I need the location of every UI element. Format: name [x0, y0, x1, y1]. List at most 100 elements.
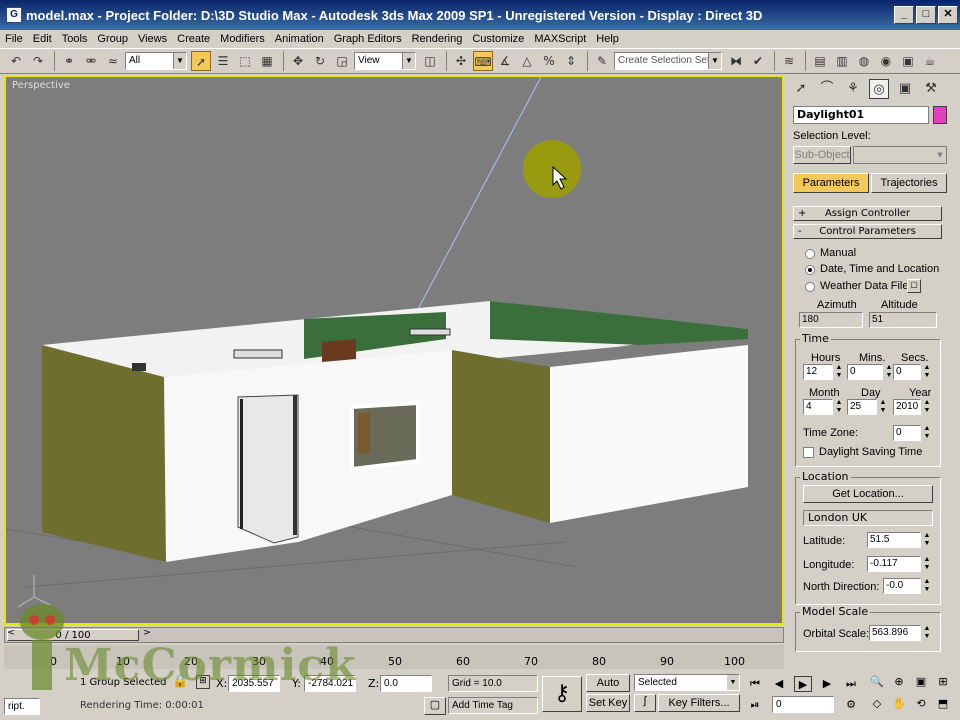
weather-data-radio[interactable]: [805, 282, 815, 292]
utilities-tab-icon[interactable]: ⚒: [921, 79, 941, 99]
daylight-saving-checkbox[interactable]: [803, 447, 814, 458]
zoom-extents-icon[interactable]: ▣: [912, 674, 930, 690]
select-manipulate-icon[interactable]: ✣: [451, 51, 471, 71]
menu-create[interactable]: Create: [172, 33, 215, 45]
align-icon[interactable]: ✔: [748, 51, 768, 71]
go-to-start-icon[interactable]: ⏮: [746, 676, 764, 692]
control-parameters-rollout[interactable]: - Control Parameters: [793, 224, 942, 239]
spinner-arrows-icon[interactable]: ▲ ▼: [922, 556, 932, 572]
assign-controller-rollout[interactable]: + Assign Controller: [793, 206, 942, 221]
set-key-icon[interactable]: ⚷: [542, 676, 582, 712]
menu-file[interactable]: File: [0, 33, 28, 45]
field-of-view-icon[interactable]: ◇: [868, 696, 886, 712]
mins-spinner[interactable]: 0 ▲ ▼: [847, 364, 892, 380]
spinner-arrows-icon[interactable]: ▲ ▼: [834, 399, 844, 415]
undo-icon[interactable]: ↶: [6, 51, 26, 71]
spinner-arrows-icon[interactable]: ▲ ▼: [922, 364, 932, 380]
keyboard-shortcut-override-icon[interactable]: ⌨: [473, 51, 493, 71]
rendered-frame-icon[interactable]: ▣: [898, 51, 918, 71]
object-name-field[interactable]: Daylight01: [793, 106, 929, 124]
get-location-button[interactable]: Get Location...: [803, 485, 933, 503]
mirror-icon[interactable]: ⧓: [726, 51, 746, 71]
track-bar[interactable]: 0 10 20 30 40 50 60 70 80 90 100: [4, 645, 784, 669]
weather-file-button[interactable]: ▢: [907, 279, 921, 293]
rect-selection-icon[interactable]: ⬚: [235, 51, 255, 71]
unlink-icon[interactable]: ⚮: [81, 51, 101, 71]
year-spinner[interactable]: 2010 ▲ ▼: [893, 399, 930, 415]
z-coordinate-field[interactable]: 0.0: [380, 675, 432, 692]
chevron-left-icon[interactable]: <: [5, 628, 17, 642]
reference-coord-dropdown[interactable]: View ▼: [354, 52, 416, 70]
edit-named-selection-icon[interactable]: ✎: [592, 51, 612, 71]
time-slider-thumb[interactable]: 0 / 100: [7, 629, 139, 641]
menu-group[interactable]: Group: [92, 33, 133, 45]
selection-filter-dropdown[interactable]: All ▼: [125, 52, 187, 70]
spinner-arrows-icon[interactable]: ▲ ▼: [922, 399, 932, 415]
snap-toggle-icon[interactable]: ∡: [495, 51, 515, 71]
key-mode-dropdown[interactable]: Selected ▼: [634, 674, 740, 691]
select-by-name-icon[interactable]: ☰: [213, 51, 233, 71]
spinner-snap-icon[interactable]: ⇕: [561, 51, 581, 71]
menu-edit[interactable]: Edit: [28, 33, 57, 45]
schematic-view-icon[interactable]: ▥: [832, 51, 852, 71]
pivot-center-icon[interactable]: ◫: [420, 51, 440, 71]
maximize-button[interactable]: □: [916, 6, 936, 24]
previous-frame-icon[interactable]: ◀: [770, 676, 788, 692]
north-direction-spinner[interactable]: -0.0 ▲ ▼: [883, 578, 930, 594]
maximize-viewport-icon[interactable]: ⬒: [934, 696, 952, 712]
perspective-viewport[interactable]: Perspective: [4, 75, 784, 625]
spinner-arrows-icon[interactable]: ▲ ▼: [922, 625, 932, 641]
manual-radio[interactable]: [805, 249, 815, 259]
secs-spinner[interactable]: 0 ▲ ▼: [893, 364, 930, 380]
bind-spacewarp-icon[interactable]: ≈: [103, 51, 123, 71]
date-time-location-radio[interactable]: [805, 265, 815, 275]
set-key-button[interactable]: Set Key: [586, 694, 630, 712]
time-slider[interactable]: 0 / 100 < >: [4, 627, 784, 643]
maxscript-listener[interactable]: ript.: [4, 698, 40, 715]
time-zone-spinner[interactable]: 0 ▲ ▼: [893, 425, 930, 441]
menu-rendering[interactable]: Rendering: [407, 33, 468, 45]
menu-tools[interactable]: Tools: [57, 33, 93, 45]
app-icon[interactable]: G: [6, 7, 22, 23]
zoom-all-icon[interactable]: ⊕: [890, 674, 908, 690]
select-link-icon[interactable]: ⚭: [59, 51, 79, 71]
layer-manager-icon[interactable]: ≋: [779, 51, 799, 71]
key-filters-button[interactable]: Key Filters...: [658, 694, 740, 712]
tangent-icon[interactable]: ∫: [634, 694, 656, 712]
current-frame-field[interactable]: 0: [772, 696, 834, 713]
go-to-end-icon[interactable]: ⏭: [842, 676, 860, 692]
play-icon[interactable]: ▶: [794, 676, 812, 692]
auto-key-button[interactable]: Auto Key: [586, 674, 630, 705]
material-editor-icon[interactable]: ◍: [854, 51, 874, 71]
y-coordinate-field[interactable]: -2784.021: [304, 675, 356, 692]
motion-tab-icon[interactable]: ◎: [869, 79, 889, 99]
zoom-icon[interactable]: 🔍: [868, 674, 886, 690]
menu-views[interactable]: Views: [133, 33, 172, 45]
redo-icon[interactable]: ↷: [28, 51, 48, 71]
object-color-swatch[interactable]: [933, 106, 947, 124]
key-mode-toggle-icon[interactable]: ⏯: [746, 697, 764, 713]
display-tab-icon[interactable]: ▣: [895, 79, 915, 99]
scale-icon[interactable]: ◲: [332, 51, 352, 71]
pan-icon[interactable]: ✋: [890, 696, 908, 712]
orbit-icon[interactable]: ⟲: [912, 696, 930, 712]
hierarchy-tab-icon[interactable]: ⚘: [843, 79, 863, 99]
sub-object-dropdown[interactable]: ▼: [853, 146, 947, 164]
spinner-arrows-icon[interactable]: ▲ ▼: [922, 532, 932, 548]
menu-graph-editors[interactable]: Graph Editors: [329, 33, 407, 45]
month-spinner[interactable]: 4 ▲ ▼: [803, 399, 842, 415]
menu-customize[interactable]: Customize: [467, 33, 529, 45]
orbital-scale-spinner[interactable]: 563.896 ▲ ▼: [869, 625, 930, 641]
sub-object-button[interactable]: Sub-Object: [793, 146, 851, 164]
select-object-icon[interactable]: ➚: [191, 51, 211, 71]
tab-trajectories[interactable]: Trajectories: [871, 173, 947, 193]
tab-parameters[interactable]: Parameters: [793, 173, 869, 193]
x-coordinate-field[interactable]: 2035.557: [228, 675, 280, 692]
spinner-arrows-icon[interactable]: ▲ ▼: [922, 425, 932, 441]
render-setup-icon[interactable]: ◉: [876, 51, 896, 71]
render-production-icon[interactable]: ☕: [920, 51, 940, 71]
absolute-mode-icon[interactable]: ⊞: [196, 675, 210, 689]
angle-snap-icon[interactable]: △: [517, 51, 537, 71]
menu-help[interactable]: Help: [591, 33, 624, 45]
spinner-arrows-icon[interactable]: ▲ ▼: [834, 364, 844, 380]
